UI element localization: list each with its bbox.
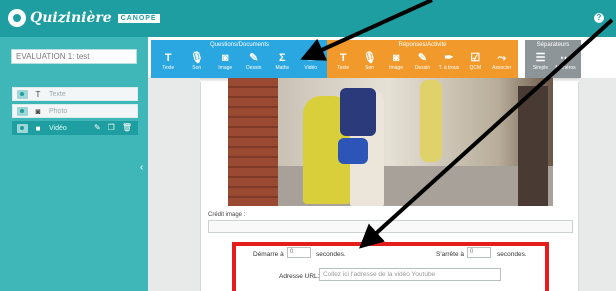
answers-toolbar: Réponses/Activité T Texte 🎙 Son ◙ Image ✎ De…	[327, 40, 518, 78]
tool-label: Simple	[532, 65, 549, 71]
stop-time-unit: secondes.	[497, 251, 527, 258]
element-item-video[interactable]: ■ Vidéo ✎ ❐ 🗑	[12, 121, 138, 135]
edit-icon[interactable]: ✎	[94, 123, 101, 132]
tool-label: Son	[192, 65, 202, 71]
tool-question-maths[interactable]: Σ Maths	[272, 51, 292, 71]
start-time-label: Démarre à	[253, 251, 284, 258]
element-item-label: Photo	[49, 107, 68, 115]
help-icon[interactable]: ?	[594, 13, 604, 23]
app-header: Quizinière CANOPÉ ?	[0, 0, 616, 37]
video-settings-highlight	[232, 242, 549, 291]
avatar-icon	[17, 89, 28, 99]
tool-label: Son	[365, 65, 375, 71]
dots-icon: ⋯	[560, 52, 571, 64]
tool-answer-sound[interactable]: 🎙 Son	[360, 51, 380, 71]
camera-icon: ◙	[392, 52, 400, 64]
text-icon: T	[164, 52, 172, 64]
tool-label: T. à trous	[438, 65, 460, 71]
stop-time-label: S'arrête à	[436, 251, 464, 258]
tool-separator-simple[interactable]: ☰ Simple	[531, 51, 551, 71]
questions-toolbar-title: Questions/Documents	[209, 42, 270, 48]
tool-answer-fill-gaps[interactable]: ✒ T. à trous	[438, 51, 460, 71]
list-icon: ☰	[535, 52, 546, 64]
answers-toolbar-title: Réponses/Activité	[398, 42, 447, 48]
tool-label: Texte	[337, 65, 350, 71]
tool-label: Dessin	[246, 65, 262, 71]
collapse-panel-icon[interactable]: ‹	[140, 162, 143, 173]
start-time-input[interactable]: 0	[287, 247, 311, 258]
element-item-photo[interactable]: ◙ Photo	[12, 104, 138, 118]
photo-person-back	[420, 80, 442, 162]
delete-icon[interactable]: 🗑	[122, 123, 132, 132]
sigma-icon: Σ	[278, 52, 286, 64]
video-icon: ■	[35, 123, 41, 133]
microphone-icon: 🎙	[189, 52, 204, 64]
text-icon: T	[35, 89, 41, 99]
tool-separator-numbers[interactable]: ⋯ Numéros	[555, 51, 576, 71]
tool-question-drawing[interactable]: ✎ Dessin	[244, 51, 264, 71]
separators-toolbar-title: Séparateurs	[536, 42, 570, 48]
image-credit-input[interactable]	[208, 220, 573, 233]
microphone-icon: 🎙	[362, 52, 377, 64]
image-credit-label: Crédit image :	[208, 212, 246, 218]
copy-icon[interactable]: ❐	[108, 123, 115, 132]
photo-blue-glove	[338, 138, 368, 164]
tool-answer-text[interactable]: T Texte	[333, 51, 353, 71]
element-item-label: Texte	[49, 90, 66, 98]
element-actions: ✎ ❐ 🗑	[94, 123, 132, 132]
element-item-label: Vidéo	[49, 124, 67, 132]
text-icon: T	[339, 52, 347, 64]
tool-label: Maths	[275, 65, 290, 71]
camera-icon: ◙	[221, 52, 229, 64]
app-logo[interactable]: Quizinière CANOPÉ	[8, 9, 160, 27]
evaluation-title-input[interactable]: EVALUATION 1: test	[11, 49, 137, 64]
tool-label: Image	[218, 65, 233, 71]
logo-subtitle: CANOPÉ	[117, 13, 160, 23]
tool-question-video[interactable]: ■ Vidéo	[301, 51, 321, 71]
tool-answer-drawing[interactable]: ✎ Dessin	[412, 51, 432, 71]
camera-icon: ◙	[35, 106, 41, 116]
tool-question-text[interactable]: T Texte	[158, 51, 178, 71]
element-item-text[interactable]: T Texte	[12, 87, 138, 101]
tool-label: Texte	[162, 65, 175, 71]
tool-label: Numéros	[555, 65, 576, 71]
separators-toolbar: Séparateurs ☰ Simple ⋯ Numéros	[525, 40, 581, 78]
pencil-icon: ✎	[417, 52, 428, 64]
tool-label: Dessin	[414, 65, 431, 71]
tool-label: Vidéo	[304, 65, 318, 71]
logo-icon	[8, 9, 26, 27]
tool-answer-qcm[interactable]: ☑ QCM	[465, 51, 485, 71]
photo-fabric	[340, 88, 376, 136]
questions-toolbar: Questions/Documents T Texte 🎙 Son ◙ Image ✎…	[151, 40, 328, 78]
video-icon: ■	[307, 52, 315, 64]
tool-label: Associer	[492, 65, 512, 71]
link-icon: ⤳	[497, 52, 507, 64]
tool-label: QCM	[469, 65, 482, 71]
photo-person-right	[518, 86, 548, 206]
video-url-label: Adresse URL:	[279, 273, 320, 280]
stop-time-input[interactable]: 0	[467, 247, 491, 258]
tool-answer-associate[interactable]: ⤳ Associer	[492, 51, 512, 71]
logo-text: Quizinière	[30, 10, 112, 26]
pencil-icon: ✎	[249, 52, 259, 64]
avatar-icon	[17, 123, 28, 133]
tool-question-sound[interactable]: 🎙 Son	[187, 51, 207, 71]
element-list: T Texte ◙ Photo ■ Vidéo ✎ ❐ 🗑	[12, 87, 138, 138]
tool-label: Image	[389, 65, 403, 71]
inserted-photo[interactable]	[228, 78, 553, 206]
avatar-icon	[17, 106, 28, 116]
tool-answer-image[interactable]: ◙ Image	[386, 51, 406, 71]
video-url-input[interactable]: Collez ici l'adresse de la vidéo Youtube	[319, 268, 501, 281]
pen-icon: ✒	[444, 52, 454, 64]
photo-brick-wall	[228, 78, 278, 206]
left-panel: EVALUATION 1: test T Texte ◙ Photo ■ Vid…	[0, 37, 148, 291]
checkbox-icon: ☑	[470, 52, 481, 64]
tool-question-image[interactable]: ◙ Image	[215, 51, 235, 71]
start-time-unit: secondes.	[316, 251, 346, 258]
